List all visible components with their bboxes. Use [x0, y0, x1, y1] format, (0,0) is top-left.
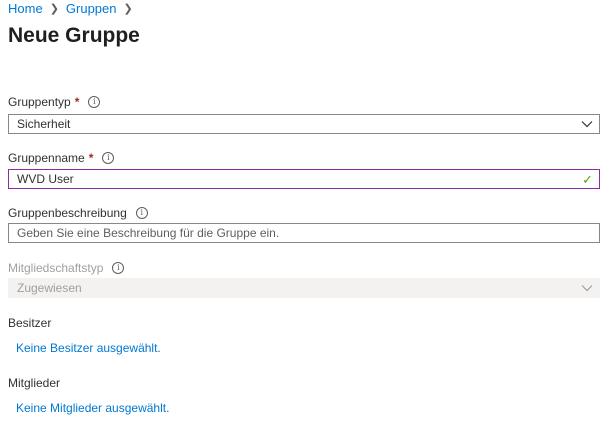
required-marker: * [88, 151, 94, 165]
membership-type-dropdown: Zugewiesen [8, 278, 600, 298]
chevron-right-icon: ❯ [49, 3, 59, 15]
group-type-label-text: Gruppentyp [8, 95, 71, 109]
required-marker: * [74, 95, 80, 109]
info-icon[interactable]: i [102, 152, 115, 164]
group-name-input[interactable] [17, 170, 557, 188]
checkmark-icon: ✓ [582, 172, 593, 187]
owners-link[interactable]: Keine Besitzer ausgewählt. [16, 341, 161, 355]
breadcrumb: Home ❯ Gruppen ❯ [8, 1, 140, 16]
info-icon[interactable]: i [88, 96, 101, 108]
members-heading: Mitglieder [8, 376, 61, 390]
info-icon[interactable]: i [135, 207, 148, 219]
chevron-down-icon [581, 121, 593, 128]
chevron-down-icon [581, 285, 593, 292]
group-description-input[interactable] [17, 224, 557, 242]
info-icon[interactable]: i [112, 262, 125, 274]
group-type-value: Sicherheit [17, 117, 71, 131]
group-type-label: Gruppentyp * i [8, 95, 101, 109]
chevron-right-icon: ❯ [123, 3, 133, 15]
membership-type-label-text: Mitgliedschaftstyp [8, 261, 104, 275]
membership-type-label: Mitgliedschaftstyp i [8, 261, 125, 275]
members-link[interactable]: Keine Mitglieder ausgewählt. [16, 401, 169, 415]
group-description-field[interactable] [8, 223, 600, 243]
group-type-dropdown[interactable]: Sicherheit [8, 114, 600, 134]
breadcrumb-groups[interactable]: Gruppen [66, 1, 117, 16]
breadcrumb-home[interactable]: Home [8, 1, 43, 16]
group-name-field[interactable]: ✓ [8, 169, 600, 189]
group-name-label-text: Gruppenname [8, 151, 85, 165]
group-description-label: Gruppenbeschreibung i [8, 206, 148, 220]
group-description-label-text: Gruppenbeschreibung [8, 206, 127, 220]
page-title: Neue Gruppe [8, 24, 140, 47]
group-name-label: Gruppenname * i [8, 151, 115, 165]
membership-type-value: Zugewiesen [17, 281, 82, 295]
owners-heading: Besitzer [8, 316, 52, 330]
